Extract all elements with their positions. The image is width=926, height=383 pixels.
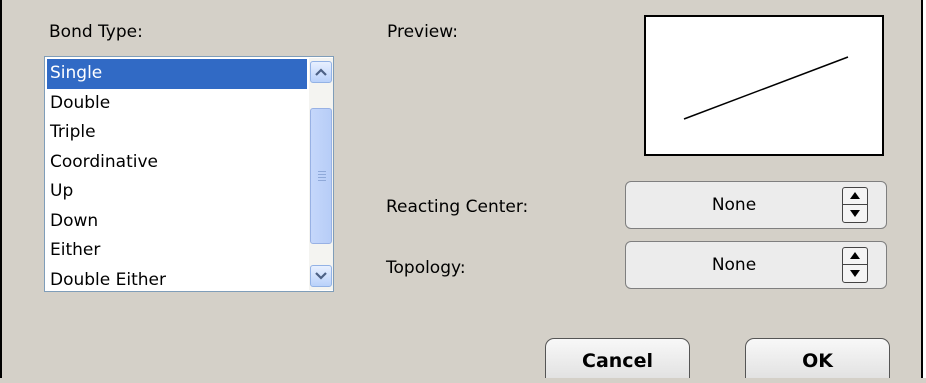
triangle-down-icon [850, 209, 860, 217]
ok-button[interactable]: OK [745, 338, 890, 378]
triangle-up-icon [850, 251, 860, 259]
topology-up-button[interactable] [844, 247, 866, 263]
grip-line [318, 174, 326, 175]
list-item-double-either[interactable]: Double Either [47, 266, 307, 292]
reacting-center-stepper[interactable] [842, 187, 880, 223]
list-item-down[interactable]: Down [47, 207, 307, 237]
scroll-thumb[interactable] [310, 108, 332, 244]
topology-stepper[interactable] [842, 247, 880, 283]
triangle-up-icon [850, 191, 860, 199]
chevron-down-icon [315, 272, 327, 280]
grip-line [318, 171, 326, 172]
list-item-either[interactable]: Either [47, 236, 307, 266]
scroll-up-button[interactable] [310, 61, 332, 83]
dialog-left-border [0, 0, 2, 378]
chevron-up-icon [315, 68, 327, 76]
topology-down-button[interactable] [844, 265, 866, 281]
topology-value: None [711, 255, 757, 275]
topology-label: Topology: [386, 258, 466, 278]
reacting-center-value: None [711, 195, 757, 215]
list-scrollbar[interactable] [309, 58, 333, 290]
grip-line [318, 180, 326, 181]
reacting-center-label: Reacting Center: [386, 197, 529, 217]
list-item-double[interactable]: Double [47, 89, 307, 119]
list-item-single[interactable]: Single [47, 59, 307, 89]
bond-properties-dialog: Bond Type: Single Double Triple Coordina… [0, 0, 926, 378]
scroll-down-button[interactable] [310, 265, 332, 287]
single-bond-line [683, 56, 849, 120]
grip-line [318, 177, 326, 178]
list-item-triple[interactable]: Triple [47, 118, 307, 148]
cancel-button[interactable]: Cancel [545, 338, 690, 378]
preview-label: Preview: [387, 22, 458, 42]
topology-spinner[interactable]: None [625, 241, 887, 289]
bond-type-label: Bond Type: [49, 22, 143, 42]
list-item-up[interactable]: Up [47, 177, 307, 207]
bond-type-list: Single Double Triple Coordinative Up Dow… [47, 59, 307, 292]
reacting-center-spinner[interactable]: None [625, 181, 887, 229]
bond-preview [644, 15, 884, 156]
reacting-center-up-button[interactable] [844, 187, 866, 203]
reacting-center-down-button[interactable] [844, 205, 866, 221]
triangle-down-icon [850, 269, 860, 277]
list-item-coordinative[interactable]: Coordinative [47, 148, 307, 178]
bond-type-listbox[interactable]: Single Double Triple Coordinative Up Dow… [44, 56, 334, 292]
